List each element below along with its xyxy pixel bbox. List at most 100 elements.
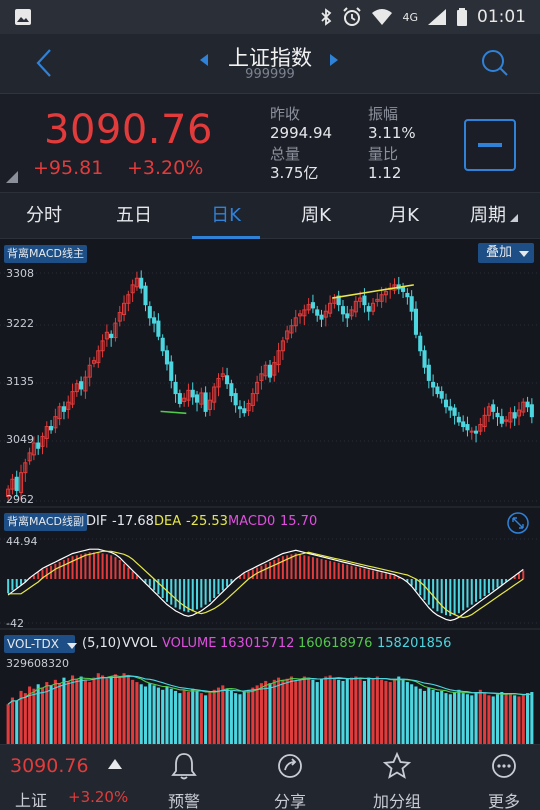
volume-bar — [118, 677, 122, 744]
volume-bar — [212, 689, 216, 744]
candle-body — [79, 381, 84, 390]
volume-bar — [148, 683, 152, 744]
candle-body — [109, 333, 114, 339]
macd-bar — [466, 579, 469, 608]
volume-bar — [435, 692, 439, 744]
macd-bar — [341, 563, 344, 579]
price-change: +95.81 — [33, 157, 104, 179]
candle-body — [319, 314, 324, 320]
candle-body — [49, 426, 54, 431]
network-type: 4G — [402, 10, 418, 24]
candle-body — [426, 364, 431, 381]
add-group-button[interactable]: 加分组 — [357, 745, 437, 810]
macd-y-top: 44.94 — [6, 535, 38, 548]
next-stock-icon[interactable] — [330, 54, 338, 66]
macd-bar — [204, 579, 207, 605]
chart-area[interactable]: 背离MACD线主 叠加 3308 3222 3135 3049 2962 背离M… — [0, 239, 540, 744]
star-icon — [383, 751, 411, 779]
macd-bar — [110, 555, 113, 579]
tab-daily-k[interactable]: 日K — [190, 193, 262, 239]
macd-bar — [213, 579, 216, 598]
volume-bar — [483, 693, 487, 744]
volume-bar — [255, 685, 259, 744]
volume-bar — [337, 679, 341, 744]
y-tick: 2962 — [6, 493, 34, 506]
tab-weekly-k[interactable]: 周K — [280, 193, 352, 239]
more-button[interactable]: 更多 — [464, 745, 540, 810]
volume-bar — [58, 683, 62, 744]
volume-bar — [182, 689, 186, 744]
candle-body — [469, 430, 474, 433]
volume-bar — [397, 676, 401, 744]
volume-bar — [465, 694, 470, 744]
volume-bar — [32, 688, 36, 744]
volume-bar — [53, 679, 57, 744]
volume-bar — [70, 675, 75, 744]
alert-button[interactable]: 预警 — [144, 745, 224, 810]
volume-bar — [122, 673, 126, 744]
macd-bar — [37, 572, 40, 579]
macd-bar — [333, 561, 336, 579]
volume-bar — [298, 678, 302, 744]
volume-bar — [101, 675, 105, 744]
candle-body — [499, 416, 504, 424]
volume-bar — [10, 697, 14, 744]
candle-body — [525, 401, 530, 408]
battery-icon — [457, 8, 467, 26]
candle-body — [61, 406, 66, 412]
macd-bar — [496, 579, 499, 588]
expand-icon[interactable] — [506, 511, 530, 535]
volume-bar — [109, 676, 113, 744]
volume-bar — [440, 690, 444, 744]
volume-bar — [281, 679, 285, 744]
remove-watchlist-button[interactable] — [464, 119, 516, 171]
tab-intraday[interactable]: 分时 — [8, 193, 80, 239]
macd-bar — [475, 579, 478, 602]
volume-bar — [392, 679, 397, 744]
macd-bar — [281, 556, 284, 579]
volume-bar — [23, 693, 27, 744]
candle-body — [139, 277, 144, 289]
macd-bar — [67, 558, 70, 579]
candle-body — [152, 317, 157, 324]
bottom-price: 3090.76 — [10, 755, 89, 777]
volume-bar — [88, 682, 92, 744]
volume-bar — [221, 685, 225, 744]
up-arrow-icon — [108, 759, 122, 769]
tab-monthly-k[interactable]: 月K — [368, 193, 440, 239]
macd-bar — [329, 560, 332, 579]
macd-bar — [196, 579, 199, 610]
candle-body — [461, 421, 466, 428]
tab-five-day[interactable]: 五日 — [98, 193, 170, 239]
volume-bar — [427, 687, 431, 744]
macd-bar — [359, 567, 362, 579]
volume-bar — [246, 689, 251, 744]
macd-bar — [363, 568, 366, 579]
volume-bar — [371, 678, 375, 744]
volume-bar — [62, 677, 66, 744]
stat-prev-close: 昨收 2994.94 — [270, 105, 333, 142]
candle-body — [474, 430, 479, 434]
overlay-button[interactable]: 叠加 — [478, 243, 534, 263]
volume-bar — [388, 682, 392, 744]
volume-bar — [410, 684, 414, 744]
macd-bar — [54, 563, 57, 579]
macd-bar — [208, 579, 211, 602]
volume-bar — [414, 686, 418, 744]
share-button[interactable]: 分享 — [250, 745, 330, 810]
macd-bar — [157, 579, 160, 595]
macd-y-bottom: -42 — [6, 617, 24, 630]
candle-body — [366, 306, 371, 312]
search-icon[interactable] — [480, 48, 510, 78]
more-icon — [492, 754, 516, 778]
volume-bar — [354, 676, 358, 744]
kline-indicator-badge[interactable]: 背离MACD线主 — [4, 245, 87, 263]
macd-bar — [148, 579, 151, 587]
macd-bar — [93, 552, 95, 579]
volume-bar — [131, 679, 135, 744]
volume-bar — [384, 680, 388, 744]
macd-bar — [101, 553, 104, 579]
macd-bar — [45, 567, 48, 579]
volume-bar — [444, 693, 448, 744]
candle-body — [431, 381, 436, 388]
